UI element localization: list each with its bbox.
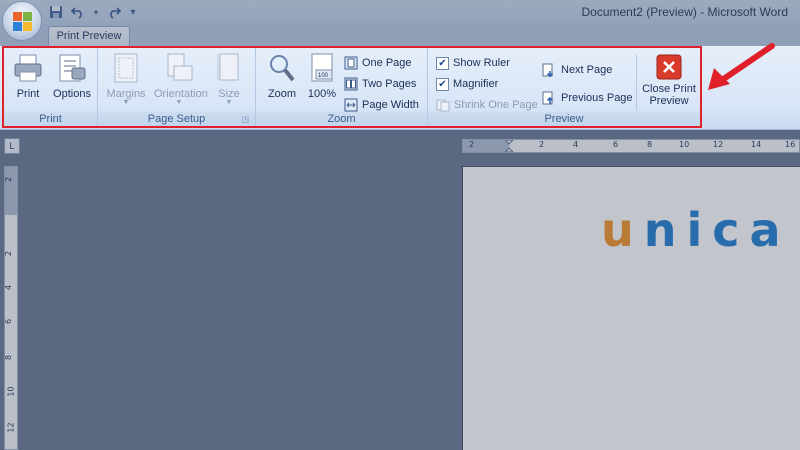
margins-button[interactable]: Margins ▼ <box>104 52 148 106</box>
preview-group: ✔ Show Ruler ✔ Magnifier Shrink One Page… <box>428 48 700 128</box>
window-title: Document2 (Preview) - Microsoft Word <box>581 5 789 19</box>
tab-selector[interactable]: L <box>4 138 20 154</box>
close-print-preview-label-line2: Preview <box>649 95 689 107</box>
close-print-preview-label-line1: Close Print <box>642 83 696 95</box>
magnifier-checkbox[interactable]: ✔ Magnifier <box>436 75 498 93</box>
magnifier-icon <box>270 55 295 82</box>
size-icon <box>217 53 239 81</box>
logo-letter-u: u <box>601 203 644 257</box>
options-icon <box>59 54 86 82</box>
print-button[interactable]: Print <box>6 52 50 100</box>
logo-letters-nica: nica <box>643 203 791 257</box>
zoom-label: Zoom <box>267 88 297 100</box>
quick-access-toolbar: ▾ ▾ <box>48 3 138 21</box>
ruler-tick: 2 <box>4 176 14 183</box>
zoom-button[interactable]: Zoom <box>260 52 304 100</box>
ruler-tick: 10 <box>6 386 16 397</box>
options-button[interactable]: Options <box>50 52 94 100</box>
chevron-down-icon: ▼ <box>225 99 233 106</box>
close-icon <box>656 54 682 80</box>
print-label: Print <box>16 88 40 100</box>
checkmark-icon: ✔ <box>436 77 449 91</box>
ruler-tick: 6 <box>613 140 619 149</box>
checkmark-icon: ✔ <box>436 56 449 70</box>
one-page-icon <box>344 56 358 70</box>
zoom-100-label: 100% <box>307 88 337 100</box>
two-pages-label: Two Pages <box>362 78 417 90</box>
vertical-ruler[interactable]: 2 2 4 6 8 10 12 <box>4 166 18 450</box>
preview-separator <box>636 54 637 110</box>
office-logo-icon <box>13 12 32 31</box>
close-print-preview-button[interactable]: Close Print Preview <box>638 54 700 107</box>
chevron-down-icon: ▼ <box>175 99 183 106</box>
ruler-tick: 10 <box>679 140 690 149</box>
horizontal-ruler[interactable]: 2 2 4 6 8 10 12 14 16 <box>462 139 800 153</box>
ruler-tick: 6 <box>4 318 14 325</box>
print-group: Print Options Print <box>4 48 98 128</box>
previous-page-icon <box>542 91 554 104</box>
redo-icon[interactable] <box>106 4 122 20</box>
zoom-group-label: Zoom <box>256 112 427 127</box>
orientation-button[interactable]: Orientation ▼ <box>154 52 208 106</box>
size-button[interactable]: Size ▼ <box>210 52 248 106</box>
save-icon[interactable] <box>48 4 64 20</box>
show-ruler-label: Show Ruler <box>453 57 510 69</box>
page-setup-group: Margins ▼ Orientation ▼ Size ▼ Page Setu… <box>98 48 256 128</box>
ribbon: Print Options Print Margins ▼ Orientatio… <box>0 46 800 130</box>
show-ruler-checkbox[interactable]: ✔ Show Ruler <box>436 54 510 72</box>
dialog-launcher-icon[interactable]: ◳ <box>241 112 249 127</box>
next-page-button[interactable]: Next Page <box>542 61 612 79</box>
undo-icon[interactable] <box>70 4 86 20</box>
ruler-tick: 12 <box>6 422 16 433</box>
magnifier-label: Magnifier <box>453 78 499 90</box>
orientation-icon <box>167 53 193 81</box>
ruler-tick: 2 <box>469 140 475 149</box>
ruler-tick: 16 <box>785 140 796 149</box>
page-width-label: Page Width <box>362 99 419 111</box>
ruler-tick: 4 <box>4 284 14 291</box>
red-arrow-icon <box>708 43 775 90</box>
previous-page-label: Previous Page <box>561 92 633 104</box>
customize-qat-icon[interactable]: ▾ <box>128 4 138 20</box>
two-pages-icon <box>344 77 358 91</box>
options-label: Options <box>53 88 91 100</box>
ruler-tick: 12 <box>713 140 724 149</box>
next-page-icon <box>542 63 554 77</box>
title-bar: ▾ ▾ Document2 (Preview) - Microsoft Word <box>0 0 800 24</box>
ruler-tick: 8 <box>4 354 14 361</box>
ruler-tick: 2 <box>539 140 545 149</box>
printer-icon <box>14 54 42 82</box>
zoom-group: Zoom 100 100% One Page Two Pages Page Wi… <box>256 48 428 128</box>
ruler-tick: 14 <box>751 140 762 149</box>
page-setup-group-label: Page Setup ◳ <box>98 112 255 127</box>
tab-print-preview[interactable]: Print Preview <box>48 26 130 46</box>
ruler-tick: 4 <box>573 140 579 149</box>
ruler-top-margin <box>5 167 17 215</box>
ribbon-tab-strip: Print Preview <box>0 24 800 46</box>
shrink-page-icon <box>436 99 450 112</box>
unica-logo: unica <box>601 203 791 257</box>
ruler-tick: 2 <box>4 250 14 257</box>
margins-icon <box>114 53 138 83</box>
svg-text:100: 100 <box>318 73 329 79</box>
office-button[interactable] <box>2 1 42 41</box>
shrink-one-page-label: Shrink One Page <box>454 99 538 111</box>
chevron-down-icon[interactable]: ▾ <box>92 4 100 20</box>
preview-group-label: Preview <box>428 112 700 127</box>
document-page[interactable]: unica <box>462 166 800 450</box>
two-pages-button[interactable]: Two Pages <box>344 75 416 93</box>
indent-marker-icon[interactable] <box>504 140 514 152</box>
page-width-icon <box>344 98 358 112</box>
zoom-100-button[interactable]: 100 100% <box>300 52 344 100</box>
ruler-tick: 8 <box>647 140 653 149</box>
one-page-button[interactable]: One Page <box>344 54 412 72</box>
page-setup-group-title: Page Setup <box>147 113 206 125</box>
print-group-label: Print <box>4 112 97 127</box>
next-page-label: Next Page <box>561 64 613 76</box>
chevron-down-icon: ▼ <box>122 99 130 106</box>
one-page-label: One Page <box>362 57 412 69</box>
previous-page-button[interactable]: Previous Page <box>542 89 633 107</box>
page-100-icon: 100 <box>311 53 333 82</box>
